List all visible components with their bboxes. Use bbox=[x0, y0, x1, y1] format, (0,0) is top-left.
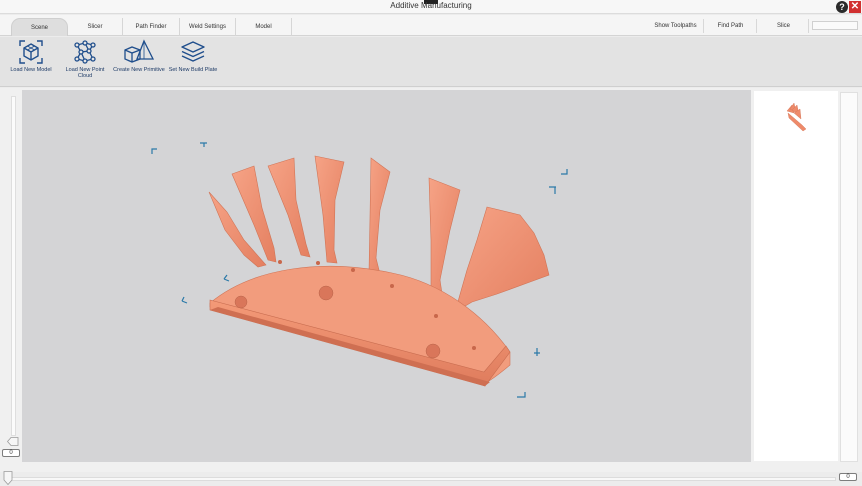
load-point-cloud-button[interactable]: Load New Point Cloud bbox=[59, 39, 111, 79]
side-scrollbar[interactable] bbox=[840, 92, 858, 462]
vertical-slider[interactable] bbox=[11, 96, 16, 436]
close-button[interactable]: ✕ bbox=[849, 1, 861, 13]
show-toolpaths-button[interactable]: Show Toolpaths bbox=[648, 19, 704, 33]
tab-slicer[interactable]: Slicer bbox=[68, 18, 123, 36]
help-icon: ? bbox=[839, 2, 845, 12]
tab-weld-settings[interactable]: Weld Settings bbox=[180, 18, 236, 36]
load-model-label: Load New Model bbox=[10, 67, 52, 73]
tab-bar: Scene Slicer Path Finder Weld Settings M… bbox=[0, 15, 862, 36]
load-model-button[interactable]: Load New Model bbox=[5, 39, 57, 73]
title-bar: Additive Manufacturing ? ✕ bbox=[0, 0, 862, 14]
create-primitive-button[interactable]: Create New Primitive bbox=[113, 39, 165, 73]
window-title: Additive Manufacturing bbox=[390, 1, 472, 10]
vertical-value-box[interactable]: 0 bbox=[2, 449, 20, 457]
tab-model[interactable]: Model bbox=[236, 18, 292, 36]
horizontal-slider[interactable] bbox=[6, 477, 836, 481]
set-build-plate-button[interactable]: Set New Build Plate bbox=[167, 39, 219, 73]
load-model-icon bbox=[19, 40, 43, 64]
slider-triangle-icon[interactable] bbox=[7, 437, 19, 446]
find-path-button[interactable]: Find Path bbox=[705, 19, 757, 33]
slice-button[interactable]: Slice bbox=[759, 19, 809, 33]
load-point-cloud-label: Load New Point Cloud bbox=[65, 67, 105, 79]
slice-field[interactable] bbox=[812, 21, 858, 30]
slider-handle-icon[interactable] bbox=[3, 471, 13, 485]
ribbon-toolbar: Load New Model Load New Point Cloud Crea… bbox=[0, 37, 862, 87]
horizontal-value-box[interactable]: 0 bbox=[839, 473, 857, 481]
model-render bbox=[151, 142, 568, 398]
tab-scene[interactable]: Scene bbox=[11, 18, 68, 36]
3d-viewport[interactable] bbox=[22, 90, 751, 462]
layers-icon bbox=[181, 41, 205, 62]
model-thumbnail bbox=[786, 102, 807, 132]
close-icon: ✕ bbox=[850, 1, 860, 12]
set-build-plate-label: Set New Build Plate bbox=[168, 67, 218, 73]
tab-path-finder[interactable]: Path Finder bbox=[123, 18, 180, 36]
primitives-icon bbox=[124, 39, 155, 63]
preview-panel bbox=[754, 91, 838, 461]
point-cloud-icon bbox=[74, 40, 96, 64]
create-primitive-label: Create New Primitive bbox=[113, 67, 165, 73]
help-button[interactable]: ? bbox=[836, 1, 848, 13]
